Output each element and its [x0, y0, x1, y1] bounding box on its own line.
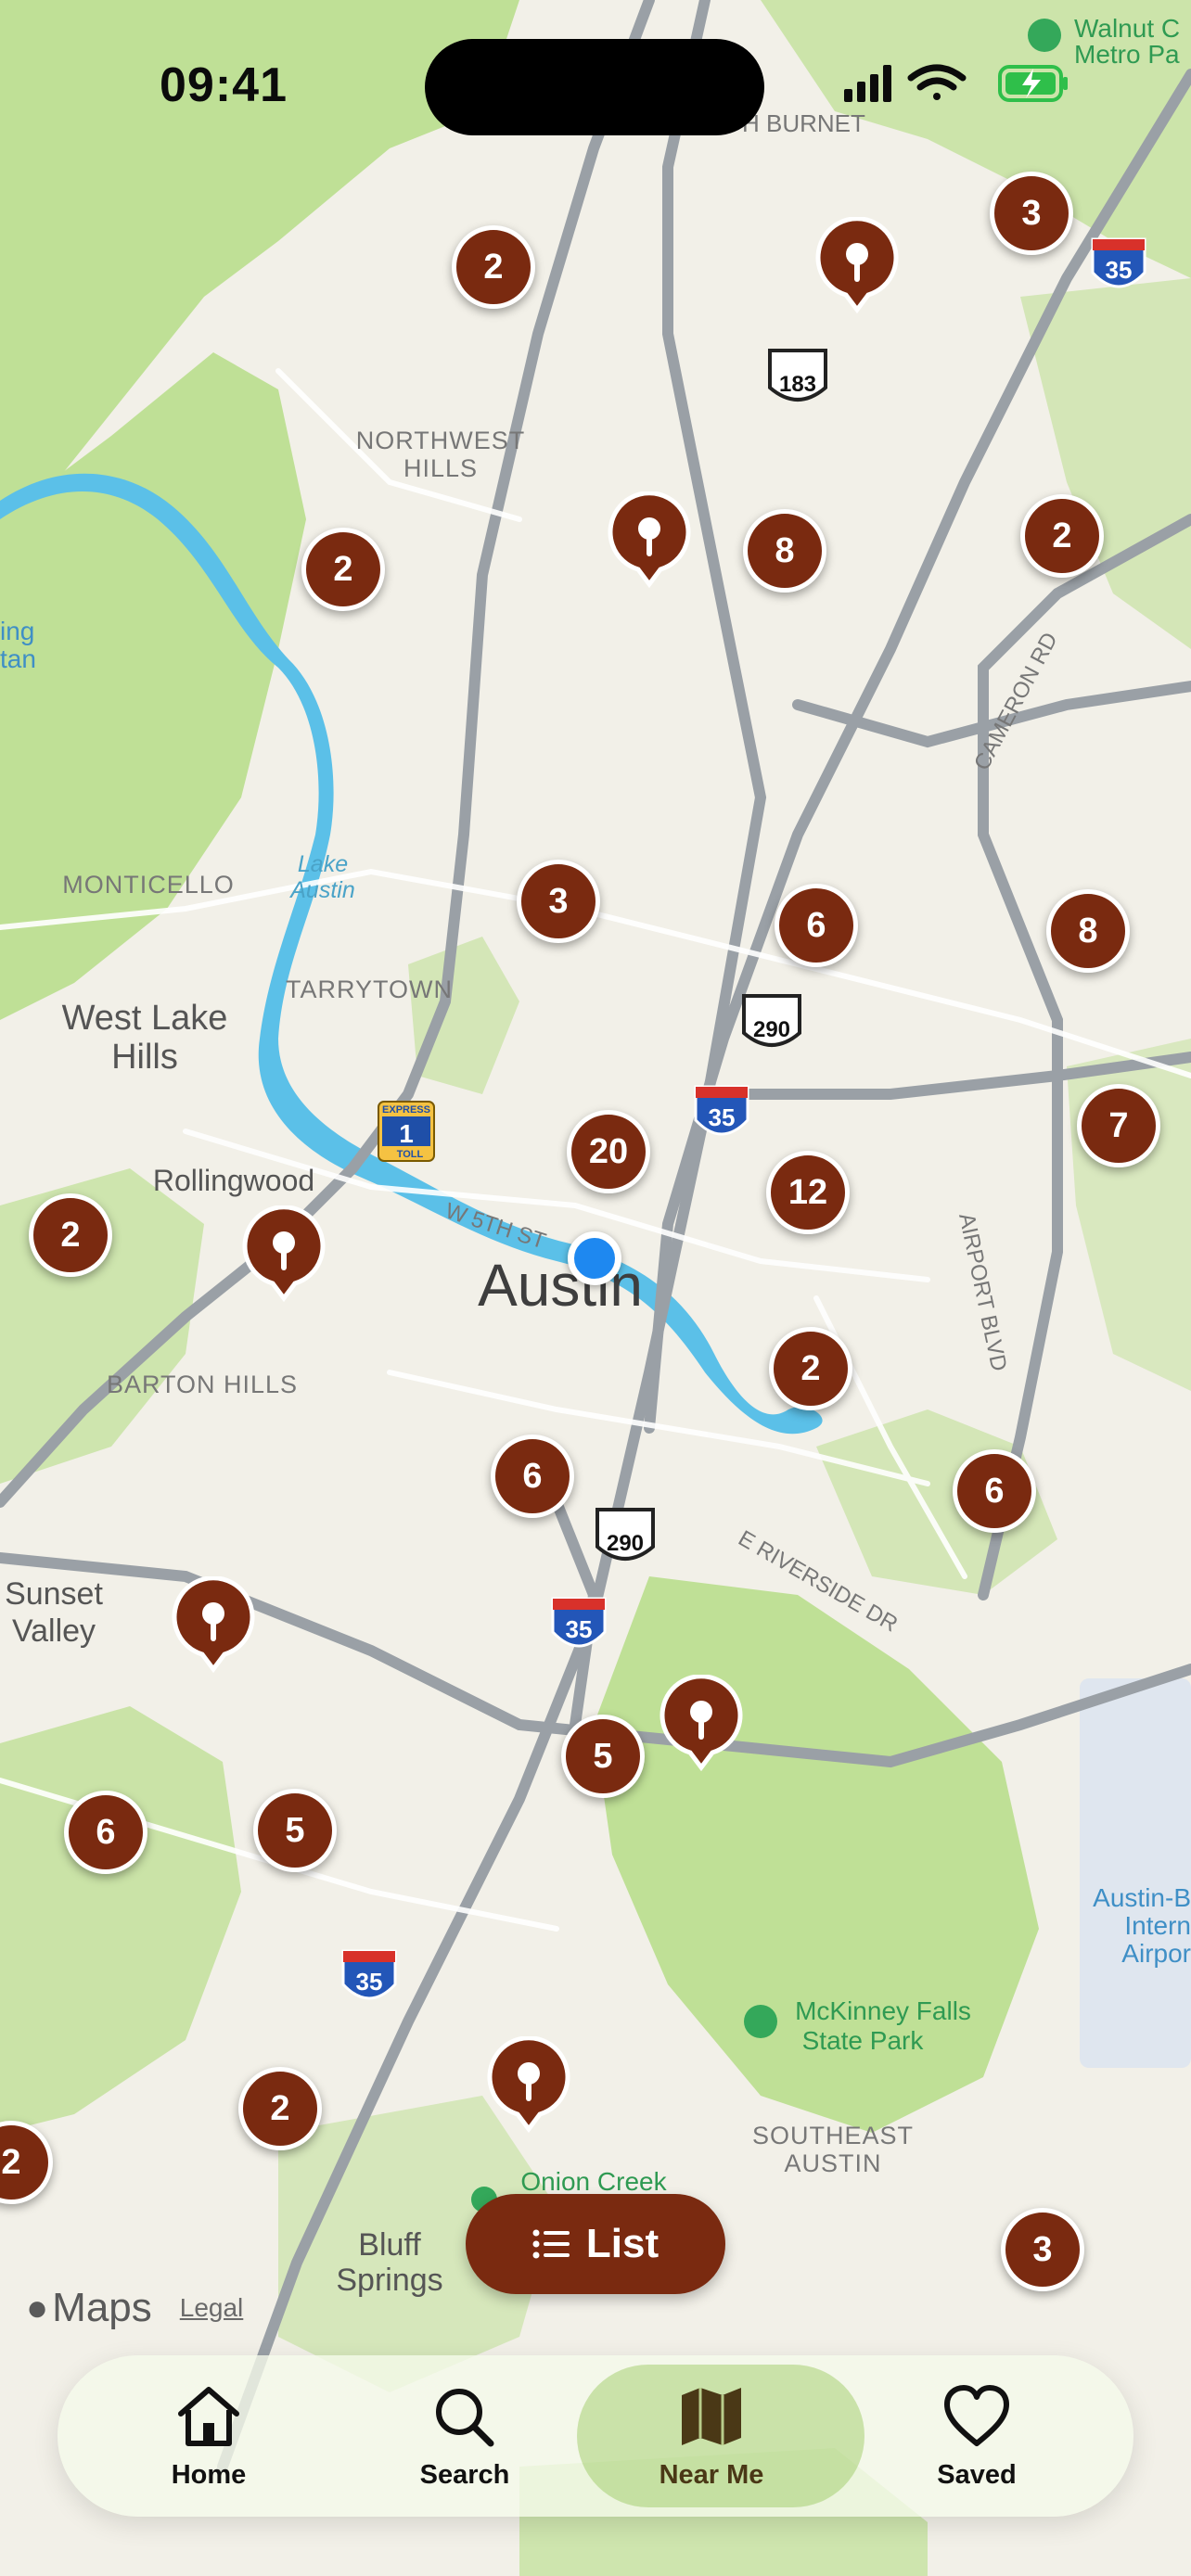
svg-text:290: 290	[607, 1531, 644, 1556]
system-status-icons	[844, 64, 1068, 102]
label-bluff-springs-2: Springs	[336, 2263, 442, 2298]
label-mckinney-falls-1: McKinney Falls	[795, 1996, 971, 2025]
location-pin-marker[interactable]	[241, 1205, 327, 1304]
cluster-marker[interactable]: 12	[766, 1151, 850, 1234]
svg-text:35: 35	[1106, 256, 1133, 284]
tab-home-label: Home	[171, 2459, 247, 2490]
shield-i35-north: 35	[1091, 237, 1146, 288]
label-onion-creek: Onion Creek	[520, 2167, 667, 2196]
airport-area	[1080, 1678, 1191, 2068]
tab-saved[interactable]: Saved	[842, 2355, 1111, 2517]
label-airport-3: Airpor	[1121, 1939, 1191, 1968]
list-button-label: List	[585, 2221, 660, 2266]
shield-i35-center: 35	[694, 1085, 749, 1136]
house-icon	[178, 2386, 239, 2446]
cluster-marker[interactable]: 20	[567, 1110, 650, 1193]
cluster-marker[interactable]: 2	[769, 1327, 852, 1410]
location-pin-marker[interactable]	[486, 2036, 571, 2135]
label-barton-hills: BARTON HILLS	[107, 1371, 298, 1398]
label-left-cut-1: ing	[0, 617, 34, 645]
label-southeast-austin-2: AUSTIN	[784, 2149, 881, 2177]
svg-text:35: 35	[566, 1615, 593, 1643]
svg-text:183: 183	[779, 372, 816, 397]
shield-toll-1: EXPRESS 1 TOLL	[378, 1101, 435, 1162]
dynamic-island	[425, 39, 764, 135]
cluster-marker[interactable]: 2	[1020, 494, 1104, 578]
svg-text:290: 290	[753, 1017, 790, 1042]
cluster-marker[interactable]: 6	[491, 1435, 574, 1518]
heart-icon	[944, 2384, 1009, 2446]
cluster-marker[interactable]: 6	[775, 884, 858, 967]
magnifier-icon	[436, 2388, 494, 2446]
label-austin: Austin	[478, 1252, 643, 1319]
svg-text:EXPRESS: EXPRESS	[382, 1104, 430, 1116]
location-pin-marker[interactable]	[814, 217, 900, 315]
battery-charging-icon	[998, 65, 1068, 102]
shield-i35-mid: 35	[551, 1597, 607, 1648]
label-sunset-valley-2: Valley	[12, 1613, 96, 1649]
tab-near-me[interactable]: Near Me	[577, 2355, 864, 2517]
label-southeast-austin-1: SOUTHEAST	[752, 2122, 914, 2149]
location-pin-marker[interactable]	[607, 491, 692, 590]
label-west-lake-hills-2: Hills	[111, 1038, 178, 1077]
cluster-marker[interactable]: 2	[238, 2067, 322, 2150]
shield-us290-north: 290	[742, 994, 801, 1047]
label-airport-2: Intern	[1124, 1911, 1191, 1940]
cluster-marker[interactable]: 2	[301, 528, 385, 611]
status-time: 09:41	[160, 58, 288, 112]
label-rollingwood: Rollingwood	[153, 1164, 314, 1197]
near-me-screen: NORTHWEST HILLS MONTICELLO Lake Austin T…	[0, 0, 1191, 2576]
label-left-cut-2: tan	[0, 644, 36, 673]
label-airport-1: Austin-B	[1093, 1883, 1191, 1912]
location-pin-marker[interactable]	[659, 1675, 744, 1773]
cluster-marker[interactable]: 2	[29, 1193, 112, 1277]
label-northwest-hills-2: HILLS	[403, 454, 478, 482]
cluster-marker[interactable]: 5	[561, 1715, 645, 1798]
legal-link[interactable]: Legal	[180, 2293, 244, 2323]
maps-logo-text: Maps	[52, 2285, 152, 2330]
label-lake-austin-1: Lake	[298, 851, 348, 877]
tab-near-me-label: Near Me	[659, 2459, 764, 2490]
tab-saved-label: Saved	[937, 2459, 1017, 2490]
cluster-marker[interactable]: 6	[953, 1449, 1036, 1533]
cluster-marker[interactable]: 8	[743, 509, 826, 593]
svg-text:35: 35	[709, 1103, 736, 1131]
map-attribution: ● Maps Legal	[26, 2285, 243, 2331]
cluster-marker[interactable]: 5	[253, 1789, 337, 1872]
svg-text:TOLL: TOLL	[397, 1149, 424, 1160]
tab-search-label: Search	[419, 2459, 510, 2490]
cluster-marker[interactable]: 8	[1046, 889, 1130, 973]
cluster-marker[interactable]: 3	[1001, 2208, 1084, 2291]
cluster-marker[interactable]: 3	[517, 860, 600, 943]
cellular-signal-icon	[844, 65, 891, 102]
svg-text:35: 35	[356, 1968, 383, 1996]
wifi-icon	[907, 64, 967, 100]
status-bar: 09:41	[0, 0, 1191, 176]
cluster-marker[interactable]: 6	[64, 1791, 147, 1874]
shield-us290-south: 290	[596, 1508, 655, 1561]
label-tarrytown: TARRYTOWN	[286, 976, 453, 1003]
label-sunset-valley-1: Sunset	[5, 1576, 103, 1612]
map-view[interactable]: NORTHWEST HILLS MONTICELLO Lake Austin T…	[0, 0, 1191, 2576]
map-icon	[682, 2387, 741, 2445]
apple-icon: ●	[26, 2287, 49, 2328]
list-view-button[interactable]: List	[466, 2194, 725, 2294]
tab-home[interactable]: Home	[74, 2355, 343, 2517]
label-monticello: MONTICELLO	[62, 871, 235, 899]
label-northwest-hills-1: NORTHWEST	[356, 427, 526, 454]
tab-bar: Home Search Near Me Saved	[58, 2355, 1133, 2517]
tab-search[interactable]: Search	[330, 2355, 599, 2517]
label-west-lake-hills-1: West Lake	[62, 999, 228, 1038]
label-mckinney-falls-2: State Park	[802, 2026, 925, 2055]
label-bluff-springs-1: Bluff	[358, 2227, 421, 2263]
cluster-marker[interactable]: 2	[452, 225, 535, 309]
list-icon	[532, 2229, 570, 2259]
cluster-marker[interactable]: 7	[1077, 1084, 1160, 1167]
shield-us183: 183	[768, 349, 827, 402]
location-pin-marker[interactable]	[171, 1576, 256, 1675]
svg-text:1: 1	[399, 1119, 414, 1148]
shield-i35-south: 35	[341, 1949, 397, 2000]
cluster-marker[interactable]: 3	[990, 172, 1073, 255]
label-lake-austin-2: Austin	[288, 877, 354, 903]
